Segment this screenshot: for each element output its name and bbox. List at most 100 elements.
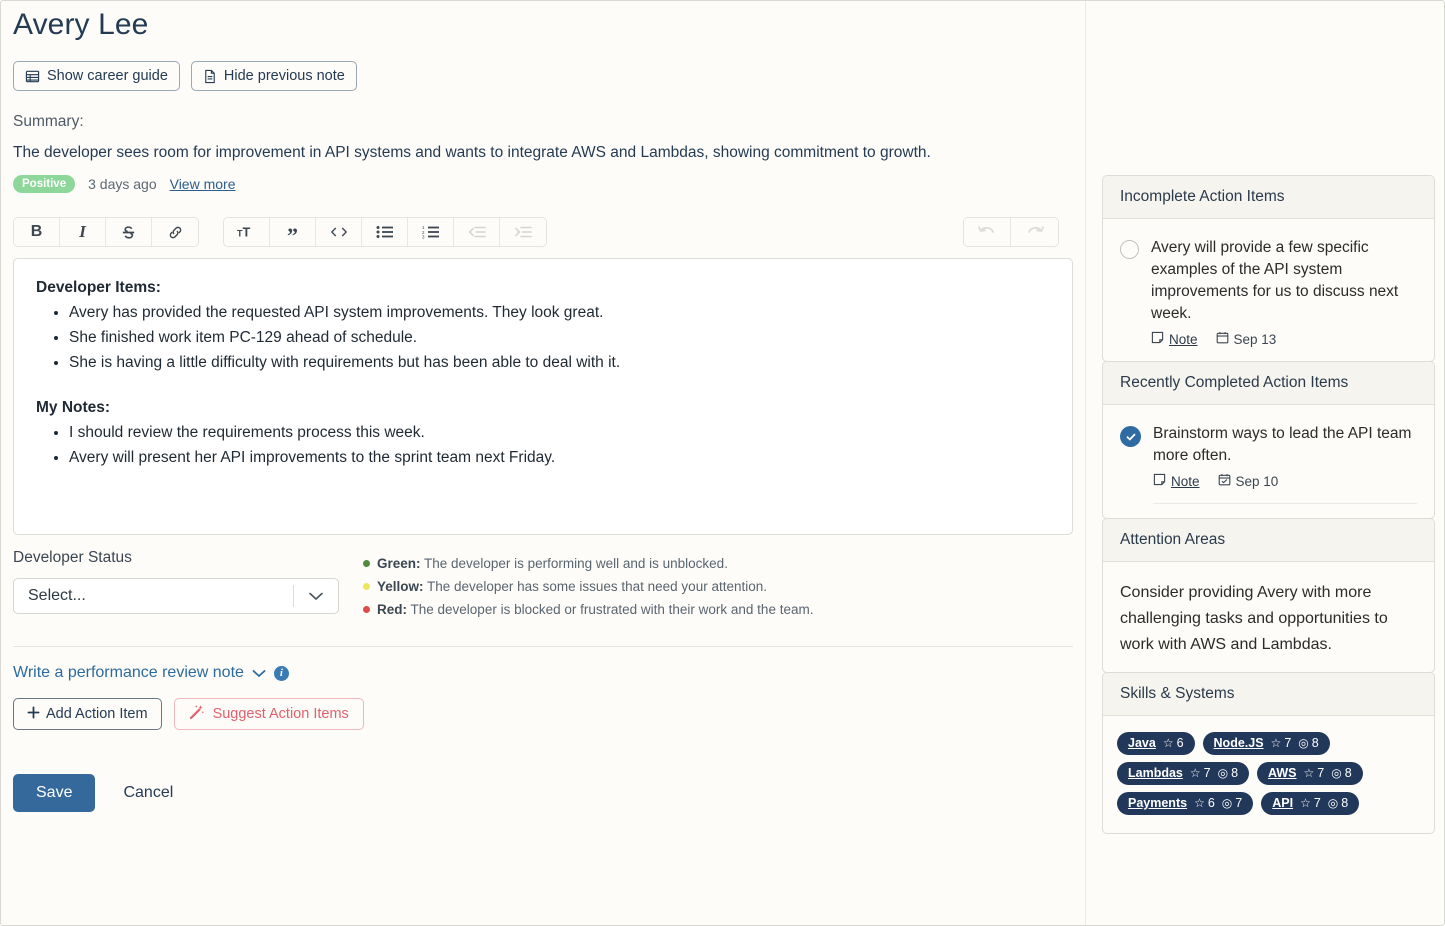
italic-icon[interactable]: I [60, 218, 106, 246]
incomplete-action-items-card: Incomplete Action Items Avery will provi… [1102, 175, 1435, 362]
summary-meta-row: Positive 3 days ago View more [13, 175, 1073, 193]
skills-systems-body: Java ☆ 6 Node.JS ☆ 7 ◎ 8 Lambdas ☆ 7 ◎ 8… [1103, 716, 1434, 833]
skill-badge-payments[interactable]: Payments ☆ 6 ◎ 7 [1117, 792, 1254, 815]
action-item-date: Sep 10 [1218, 473, 1278, 489]
completed-action-items-body: Brainstorm ways to lead the API team mor… [1103, 405, 1434, 518]
note-label[interactable]: Note [1169, 332, 1198, 347]
summary-label: Summary: [13, 113, 84, 130]
note-editor[interactable]: Developer Items: Avery has provided the … [13, 258, 1073, 535]
summary-timestamp: 3 days ago [88, 176, 157, 192]
developer-status-select[interactable]: Select... [13, 578, 339, 614]
link-icon[interactable] [152, 218, 198, 246]
green-dot-icon [363, 560, 370, 567]
numbered-list-icon[interactable]: 1 2 3 [408, 218, 454, 246]
action-item-meta: Note [1151, 331, 1417, 347]
skills-systems-card: Skills & Systems Java ☆ 6 Node.JS ☆ 7 ◎ … [1102, 672, 1435, 834]
legend-desc: The developer has some issues that need … [427, 579, 767, 594]
action-item-date: Sep 13 [1216, 331, 1277, 347]
redo-icon[interactable] [1011, 218, 1058, 246]
page-title: Avery Lee [13, 8, 149, 41]
view-more-link[interactable]: View more [170, 176, 236, 192]
list-item: Avery will present her API improvements … [69, 447, 1050, 468]
item-divider [1153, 503, 1417, 504]
skill-goal: ◎ 7 [1222, 796, 1242, 811]
skill-badge-nodejs[interactable]: Node.JS ☆ 7 ◎ 8 [1202, 732, 1330, 755]
add-action-item-button[interactable]: Add Action Item [13, 698, 162, 730]
skill-rating: ☆ 6 [1194, 796, 1215, 811]
bullet-list-icon[interactable] [362, 218, 408, 246]
strikethrough-icon[interactable] [106, 218, 152, 246]
suggest-action-items-button[interactable]: Suggest Action Items [173, 698, 364, 730]
developer-status-group: Developer Status Select... [13, 549, 363, 624]
action-item-row[interactable]: Avery will provide a few specific exampl… [1120, 237, 1417, 347]
skill-target-value: 7 [1235, 796, 1243, 810]
action-item-row[interactable]: Brainstorm ways to lead the API team mor… [1120, 423, 1417, 504]
editor-heading-my-notes: My Notes: [36, 399, 111, 416]
completed-action-items-title: Recently Completed Action Items [1103, 362, 1434, 405]
calendar-icon [1216, 331, 1229, 347]
show-career-guide-button[interactable]: Show career guide [13, 61, 180, 91]
list-item: Avery has provided the requested API sys… [69, 302, 1050, 323]
action-item-text: Avery will provide a few specific exampl… [1151, 239, 1399, 322]
skill-name: AWS [1268, 766, 1297, 780]
target-icon: ◎ [1327, 796, 1339, 810]
skill-goal: ◎ 8 [1328, 796, 1348, 811]
action-item-buttons: Add Action Item Suggest Action Items [13, 698, 1073, 730]
skill-badge-aws[interactable]: AWS ☆ 7 ◎ 8 [1257, 762, 1363, 785]
chevron-down-icon[interactable] [294, 591, 338, 601]
star-icon: ☆ [1300, 796, 1311, 810]
star-icon: ☆ [1270, 736, 1282, 750]
date-label: Sep 13 [1233, 331, 1277, 347]
skill-rating: ☆ 7 [1190, 766, 1211, 781]
indent-icon[interactable] [500, 218, 546, 246]
svg-text:T: T [242, 225, 250, 240]
note-icon [1151, 331, 1164, 347]
table-icon [25, 69, 40, 84]
plus-icon [27, 706, 40, 723]
target-icon: ◎ [1217, 766, 1229, 780]
note-icon [1153, 473, 1166, 489]
action-item-text: Brainstorm ways to lead the API team mor… [1153, 425, 1412, 464]
svg-text:3: 3 [422, 234, 425, 239]
target-icon: ◎ [1298, 736, 1309, 750]
skill-star-value: 7 [1203, 766, 1211, 780]
write-review-note-link[interactable]: Write a performance review note [13, 664, 244, 682]
note-label[interactable]: Note [1171, 474, 1200, 489]
star-icon: ☆ [1303, 766, 1315, 780]
code-icon[interactable] [316, 218, 362, 246]
target-icon: ◎ [1221, 796, 1233, 810]
chevron-down-icon[interactable] [252, 666, 266, 681]
skill-name: Lambdas [1128, 766, 1183, 780]
skill-badge-lambdas[interactable]: Lambdas ☆ 7 ◎ 8 [1117, 762, 1250, 785]
undo-icon[interactable] [964, 218, 1011, 246]
save-button[interactable]: Save [13, 774, 96, 812]
outdent-icon[interactable] [454, 218, 500, 246]
blockquote-icon[interactable]: ” [270, 218, 316, 246]
app-page: Avery Lee Show career guide Hide previou… [0, 0, 1445, 926]
attention-areas-card: Attention Areas Consider providing Avery… [1102, 518, 1435, 673]
list-item: She finished work item PC-129 ahead of s… [69, 327, 1050, 348]
action-item-note[interactable]: Note [1153, 473, 1200, 489]
text-size-icon[interactable]: T T [224, 218, 270, 246]
review-note-row: Write a performance review note i [13, 664, 1073, 682]
checkbox-unchecked-icon[interactable] [1120, 240, 1139, 259]
section-divider [13, 646, 1073, 647]
star-icon: ☆ [1189, 766, 1201, 780]
checkbox-checked-icon[interactable] [1120, 426, 1141, 447]
bold-icon[interactable]: B [14, 218, 60, 246]
red-dot-icon [363, 606, 370, 613]
action-item-note[interactable]: Note [1151, 331, 1198, 347]
incomplete-action-items-body: Avery will provide a few specific exampl… [1103, 219, 1434, 361]
developer-status-label: Developer Status [13, 549, 132, 566]
legend-name: Green: [377, 556, 421, 571]
skill-badge-java[interactable]: Java ☆ 6 [1117, 732, 1195, 755]
skill-target-value: 8 [1231, 766, 1239, 780]
skill-target-value: 8 [1344, 766, 1352, 780]
magic-wand-icon [189, 704, 205, 724]
info-icon[interactable]: i [273, 665, 289, 681]
skill-badge-api[interactable]: API ☆ 7 ◎ 8 [1261, 792, 1360, 815]
show-career-guide-label: Show career guide [47, 68, 168, 84]
attention-areas-body: Consider providing Avery with more chall… [1103, 562, 1434, 672]
hide-previous-note-button[interactable]: Hide previous note [190, 61, 357, 91]
cancel-button[interactable]: Cancel [117, 783, 179, 803]
